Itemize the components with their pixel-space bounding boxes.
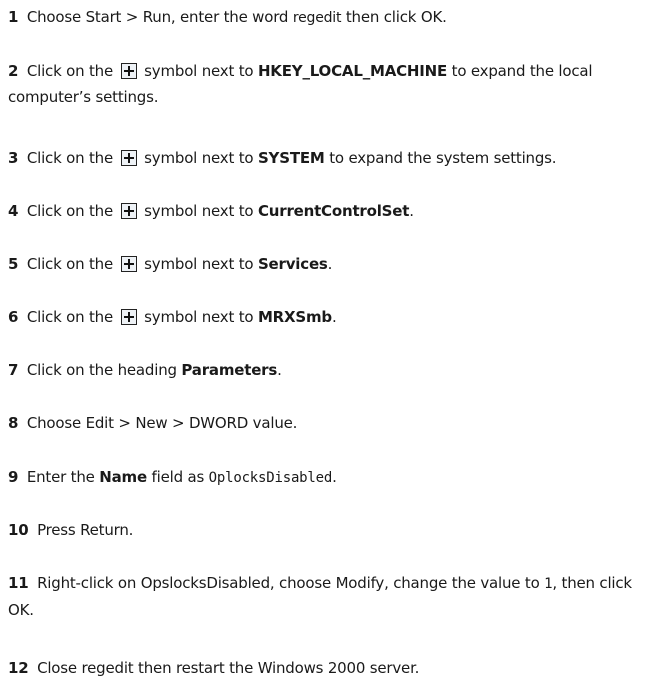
heading-name: Parameters <box>181 361 278 379</box>
registry-key: SYSTEM <box>257 149 325 167</box>
step-text: . <box>332 468 337 486</box>
step-text: then click OK. <box>345 8 447 26</box>
field-name: Name <box>99 468 147 486</box>
step-text: Click on the heading <box>26 361 177 379</box>
step-text: Click on the <box>26 62 114 80</box>
step-text: symbol next to <box>144 308 254 326</box>
step-number: 9 <box>8 468 19 486</box>
step-7: 7 Click on the heading Parameters. <box>8 357 650 383</box>
step-text: Enter the <box>26 468 95 486</box>
step-text: . <box>277 361 282 379</box>
step-text: field as <box>151 468 205 486</box>
step-text: . <box>331 308 337 326</box>
plus-box-icon <box>120 256 137 272</box>
step-number: 4 <box>8 202 19 220</box>
step-text: symbol next to <box>144 202 254 220</box>
step-text: . <box>409 202 414 220</box>
step-text: Click on the <box>26 255 114 273</box>
step-12: 12 Close regedit then restart the Window… <box>8 655 650 681</box>
value-name-code: OplocksDisabled <box>208 470 333 486</box>
step-text: symbol next to <box>144 255 254 273</box>
step-text: Choose Edit > New > DWORD value. <box>26 414 298 432</box>
step-text: Press Return. <box>37 521 134 539</box>
plus-box-icon <box>120 150 137 166</box>
step-2: 2 Click on the symbol next to HKEY_LOCAL… <box>8 58 650 110</box>
registry-key: Services <box>257 255 328 273</box>
step-number: 2 <box>8 62 19 80</box>
registry-key: CurrentControlSet <box>257 202 410 220</box>
step-3: 3 Click on the symbol next to SYSTEM to … <box>8 145 650 171</box>
step-number: 5 <box>8 255 19 273</box>
step-number: 7 <box>8 361 19 379</box>
step-text: symbol next to <box>144 62 254 80</box>
step-number: 12 <box>8 659 29 677</box>
step-10: 10 Press Return. <box>8 517 650 543</box>
registry-key: MRXSmb <box>257 308 332 326</box>
step-text: to expand the system settings. <box>329 149 557 167</box>
step-text: Click on the <box>26 202 114 220</box>
step-1: 1 Choose Start > Run, enter the word reg… <box>8 4 650 31</box>
step-number: 8 <box>8 414 19 432</box>
registry-key: HKEY_LOCAL_MACHINE <box>257 62 448 80</box>
step-8: 8 Choose Edit > New > DWORD value. <box>8 410 650 436</box>
step-4: 4 Click on the symbol next to CurrentCon… <box>8 198 650 224</box>
step-command: regedit <box>292 10 342 26</box>
plus-box-icon <box>120 309 137 325</box>
step-text: . <box>327 255 333 273</box>
step-text: Close regedit then restart the Windows 2… <box>37 659 420 677</box>
step-text: Click on the <box>26 308 114 326</box>
step-text: Click on the <box>26 149 114 167</box>
step-number: 6 <box>8 308 19 326</box>
step-text: symbol next to <box>144 149 254 167</box>
plus-box-icon <box>120 63 137 79</box>
step-number: 3 <box>8 149 19 167</box>
step-number: 11 <box>8 574 29 592</box>
step-6: 6 Click on the symbol next to MRXSmb. <box>8 304 650 330</box>
step-number: 1 <box>8 8 19 26</box>
step-text: Choose Start > Run, enter the word <box>26 8 289 26</box>
step-9: 9 Enter the Name field as OplocksDisable… <box>8 464 650 491</box>
step-number: 10 <box>8 521 29 539</box>
step-text: Right-click on OpslocksDisabled, choose … <box>37 574 540 592</box>
step-5: 5 Click on the symbol next to Services. <box>8 251 650 277</box>
step-11: 11 Right-click on OpslocksDisabled, choo… <box>8 570 650 623</box>
plus-box-icon <box>120 203 137 219</box>
